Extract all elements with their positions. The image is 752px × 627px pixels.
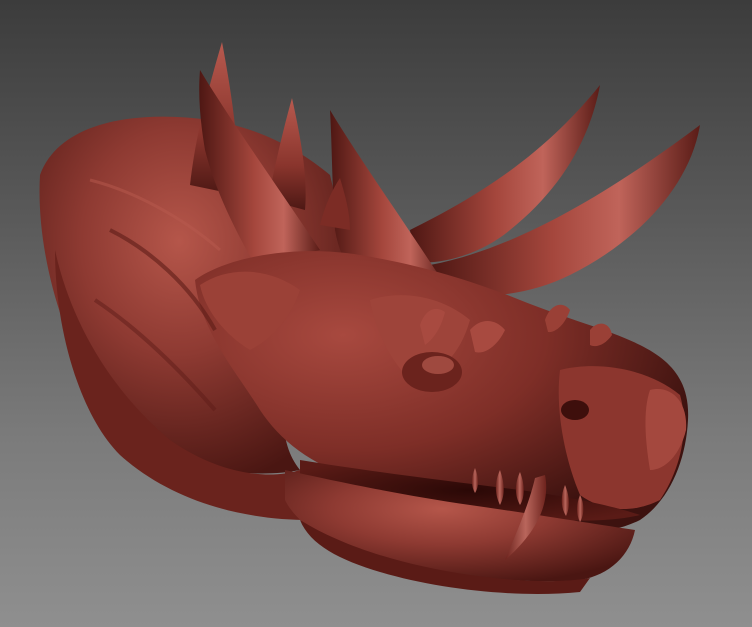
viewport[interactable] (0, 0, 752, 627)
nostril (561, 400, 589, 420)
eye-socket-highlight (422, 356, 454, 374)
dragon-head-sculpt (39, 42, 700, 594)
